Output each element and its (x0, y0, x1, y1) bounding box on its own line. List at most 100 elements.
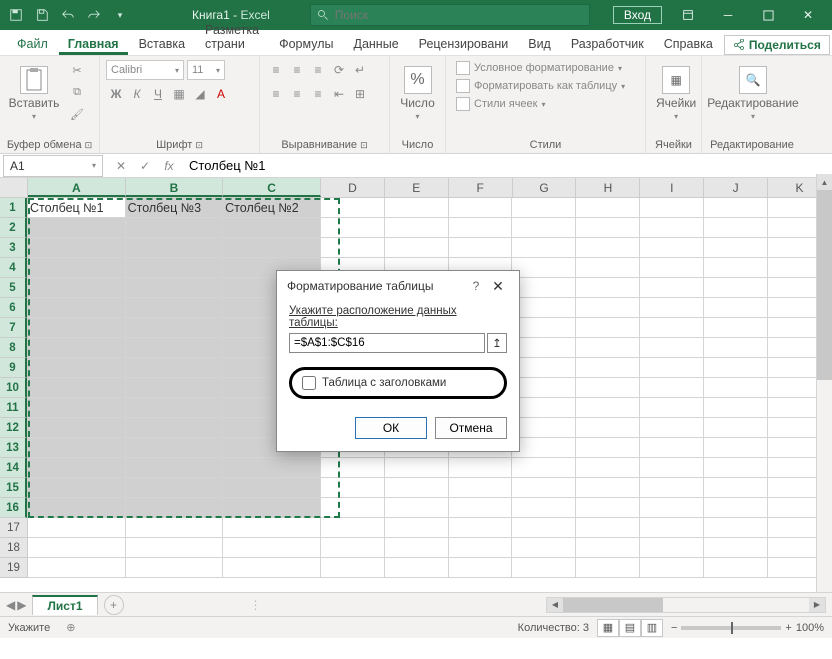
cell[interactable]: Столбец №2 (223, 198, 321, 218)
cell[interactable] (704, 398, 768, 418)
tab-file[interactable]: Файл (8, 33, 57, 55)
align-mid-icon[interactable]: ≡ (287, 60, 307, 80)
cell[interactable] (449, 458, 513, 478)
maximize-icon[interactable] (748, 0, 788, 30)
zoom-out-icon[interactable]: − (671, 622, 677, 634)
cell[interactable] (223, 238, 321, 258)
align-top-icon[interactable]: ≡ (266, 60, 286, 80)
cell[interactable] (576, 558, 640, 578)
cell[interactable] (640, 238, 704, 258)
autosave-icon[interactable] (4, 3, 28, 27)
merge-icon[interactable]: ⊞ (350, 84, 370, 104)
cell[interactable] (576, 518, 640, 538)
align-bot-icon[interactable]: ≡ (308, 60, 328, 80)
cell[interactable]: Столбец №3 (126, 198, 224, 218)
cell[interactable] (28, 518, 126, 538)
cell[interactable] (385, 458, 449, 478)
cell[interactable] (640, 318, 704, 338)
font-color-button[interactable]: A (211, 84, 231, 104)
cell[interactable] (28, 398, 126, 418)
cell[interactable] (576, 258, 640, 278)
row-header-19[interactable]: 19 (0, 558, 27, 578)
cell[interactable] (576, 278, 640, 298)
cell[interactable] (449, 238, 513, 258)
cell[interactable] (704, 378, 768, 398)
redo-icon[interactable] (82, 3, 106, 27)
row-header-7[interactable]: 7 (0, 318, 27, 338)
cell[interactable] (126, 218, 224, 238)
editing-button[interactable]: 🔍Редактирование▾ (708, 60, 798, 126)
cell[interactable] (640, 378, 704, 398)
cell[interactable] (704, 478, 768, 498)
cell[interactable] (28, 558, 126, 578)
cell[interactable] (321, 518, 385, 538)
cell[interactable] (321, 538, 385, 558)
cell[interactable] (704, 358, 768, 378)
cell[interactable] (28, 378, 126, 398)
scroll-up-icon[interactable]: ▲ (817, 174, 832, 190)
tab-developer[interactable]: Разработчик (562, 33, 653, 55)
tab-page-layout[interactable]: Разметка страни (196, 19, 268, 55)
row-header-14[interactable]: 14 (0, 458, 27, 478)
row-header-8[interactable]: 8 (0, 338, 27, 358)
row-header-5[interactable]: 5 (0, 278, 27, 298)
cell[interactable] (640, 498, 704, 518)
cell[interactable] (385, 538, 449, 558)
cell[interactable] (126, 238, 224, 258)
cell[interactable] (449, 478, 513, 498)
cell[interactable] (223, 518, 321, 538)
cell[interactable] (576, 338, 640, 358)
cell[interactable] (28, 418, 126, 438)
cut-icon[interactable]: ✂ (66, 60, 88, 80)
cell[interactable] (512, 498, 576, 518)
cell[interactable] (512, 538, 576, 558)
cell[interactable] (704, 438, 768, 458)
cell[interactable] (28, 258, 126, 278)
cell[interactable] (512, 558, 576, 578)
cell[interactable] (126, 458, 224, 478)
border-button[interactable]: ▦ (169, 84, 189, 104)
cell[interactable] (385, 218, 449, 238)
cell[interactable] (126, 398, 224, 418)
cell[interactable] (576, 398, 640, 418)
cell[interactable] (640, 298, 704, 318)
cell[interactable] (576, 378, 640, 398)
cell[interactable] (28, 298, 126, 318)
cells-button[interactable]: ▦Ячейки▾ (652, 60, 700, 126)
cell[interactable] (449, 218, 513, 238)
sheet-nav-prev-icon[interactable]: ◀ (6, 598, 15, 612)
cell[interactable] (28, 238, 126, 258)
login-button[interactable]: Вход (613, 6, 662, 24)
cell[interactable] (28, 318, 126, 338)
tab-split-icon[interactable]: ⋮ (250, 598, 262, 612)
row-header-16[interactable]: 16 (0, 498, 27, 518)
cell[interactable] (640, 278, 704, 298)
cell[interactable] (704, 238, 768, 258)
search-box[interactable] (310, 4, 590, 26)
cell[interactable] (640, 558, 704, 578)
col-header-F[interactable]: F (449, 178, 513, 197)
cell[interactable] (576, 438, 640, 458)
dialog-help-icon[interactable]: ? (465, 279, 487, 293)
cell[interactable] (126, 478, 224, 498)
cell[interactable] (512, 278, 576, 298)
dialog-close-icon[interactable]: ✕ (487, 278, 509, 295)
confirm-edit-icon[interactable]: ✓ (133, 155, 157, 177)
cell[interactable] (640, 198, 704, 218)
cancel-edit-icon[interactable]: ✕ (109, 155, 133, 177)
row-header-9[interactable]: 9 (0, 358, 27, 378)
format-painter-icon[interactable]: 🖌 (66, 104, 88, 124)
row-header-18[interactable]: 18 (0, 538, 27, 558)
cell[interactable] (385, 238, 449, 258)
cell[interactable] (512, 338, 576, 358)
number-format-button[interactable]: % Число ▾ (396, 60, 439, 126)
cell[interactable] (640, 358, 704, 378)
ribbon-options-icon[interactable] (668, 0, 708, 30)
cell[interactable] (385, 478, 449, 498)
cell[interactable] (126, 418, 224, 438)
indent-dec-icon[interactable]: ⇤ (329, 84, 349, 104)
cell[interactable] (321, 558, 385, 578)
cell[interactable] (28, 538, 126, 558)
cell[interactable] (28, 458, 126, 478)
formula-input[interactable] (181, 158, 832, 173)
